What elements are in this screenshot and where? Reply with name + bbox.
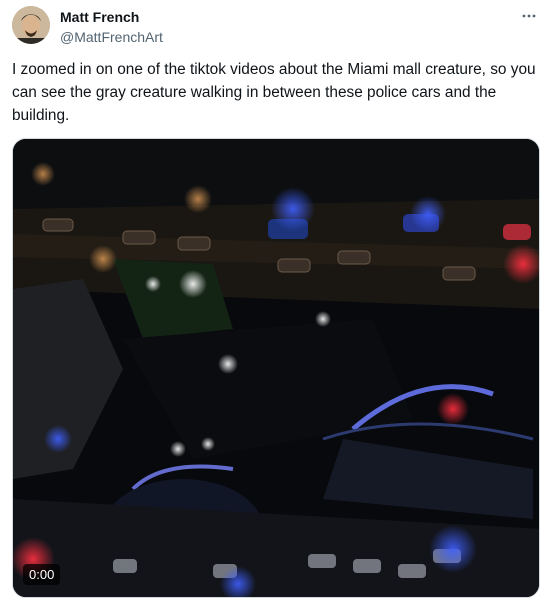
author-handle[interactable]: @MattFrenchArt — [60, 28, 163, 46]
tweet-card: Matt French @MattFrenchArt I zoomed in o… — [0, 0, 551, 605]
author-info: Matt French @MattFrenchArt — [60, 8, 163, 46]
author-avatar[interactable] — [12, 6, 50, 44]
avatar-image — [12, 6, 50, 44]
video-timestamp: 0:00 — [23, 564, 61, 585]
more-options-icon — [522, 14, 536, 18]
more-options-button[interactable] — [517, 4, 541, 28]
video-player[interactable]: 0:00 — [12, 138, 540, 598]
author-display-name[interactable]: Matt French — [60, 8, 163, 26]
tweet-text: I zoomed in on one of the tiktok videos … — [12, 61, 536, 124]
video-frame — [13, 139, 539, 597]
